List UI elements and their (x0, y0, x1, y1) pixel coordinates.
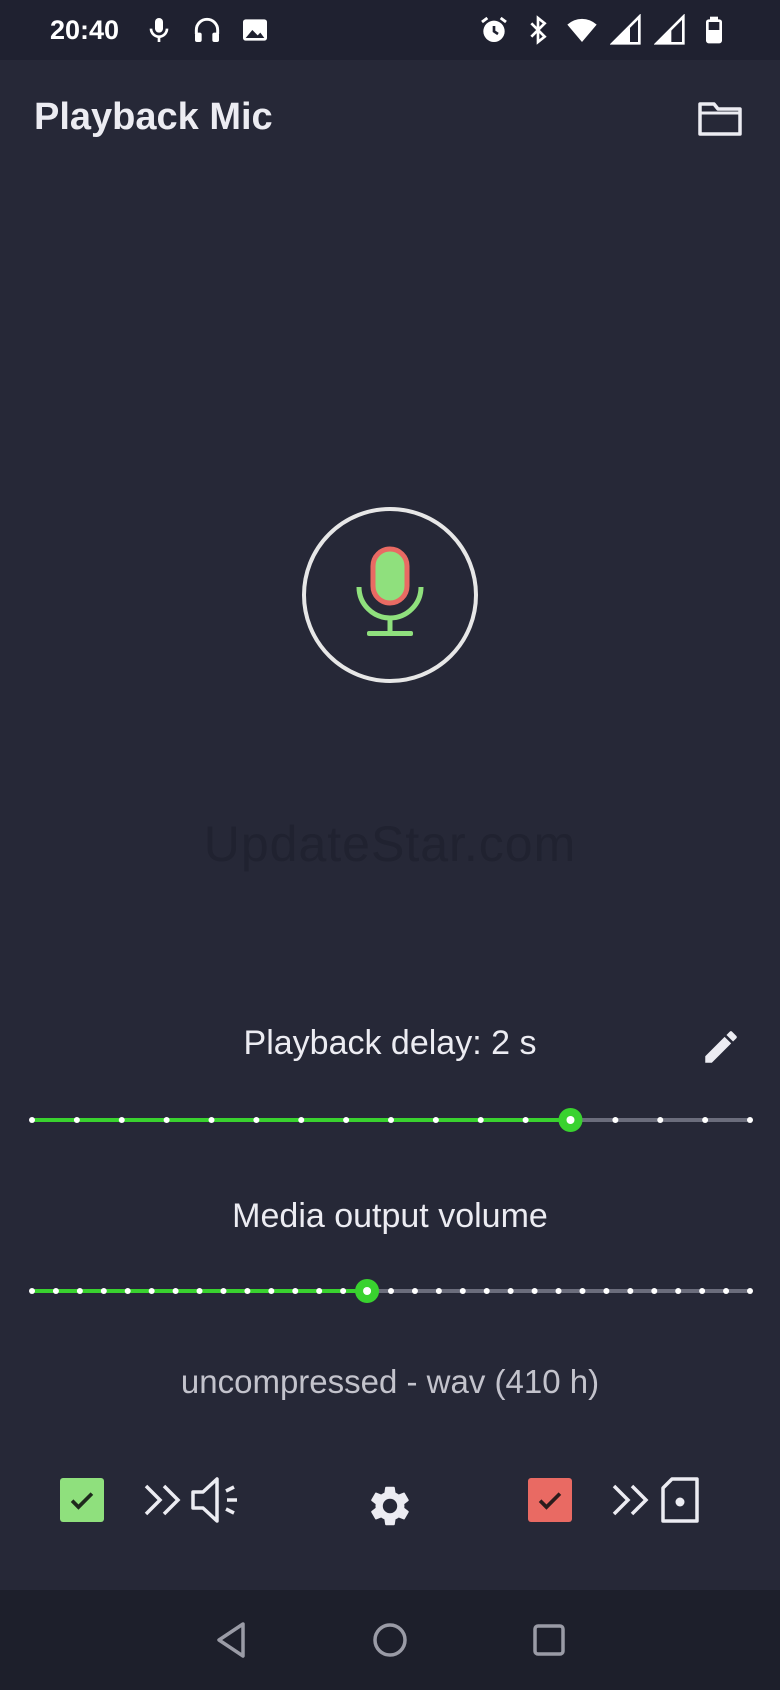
playback-delay-label: Playback delay: 2 s (243, 1024, 537, 1062)
status-time: 20:40 (50, 14, 120, 45)
volume-slider-tick (555, 1288, 562, 1294)
gear-icon (366, 1482, 414, 1530)
delay-slider-tick (163, 1117, 170, 1123)
delay-slider-tick (477, 1117, 484, 1123)
delay-slider-tick (432, 1117, 439, 1123)
app-bar: Playback Mic (0, 60, 780, 175)
file-output-toggle[interactable] (528, 1470, 700, 1530)
volume-slider-tick (148, 1288, 155, 1294)
record-mic-button[interactable] (302, 507, 478, 683)
volume-slider-tick (244, 1288, 251, 1294)
delay-slider-tick (253, 1117, 260, 1123)
recents-button[interactable] (527, 1618, 571, 1662)
speaker-icon (190, 1474, 244, 1526)
volume-slider-tick (435, 1288, 442, 1294)
microphone-icon (143, 14, 175, 46)
volume-slider-tick (723, 1288, 730, 1294)
delay-slider-tick (747, 1117, 753, 1123)
folder-button[interactable] (694, 92, 746, 144)
delay-slider-tick (657, 1117, 664, 1123)
volume-slider-tick (340, 1288, 347, 1294)
volume-slider-tick (52, 1288, 59, 1294)
volume-slider-tick (531, 1288, 538, 1294)
image-icon (239, 14, 271, 46)
delay-slider-tick (73, 1117, 80, 1123)
volume-slider-tick (603, 1288, 610, 1294)
speaker-output-toggle[interactable] (60, 1470, 244, 1530)
volume-slider-tick (220, 1288, 227, 1294)
playback-delay-slider[interactable] (29, 1100, 753, 1140)
watermark: UpdateStar.com (203, 816, 577, 872)
home-button[interactable] (368, 1618, 412, 1662)
headphones-icon (191, 14, 223, 46)
volume-slider-tick (675, 1288, 682, 1294)
alarm-icon (478, 14, 510, 46)
edit-delay-button[interactable] (700, 1026, 750, 1072)
back-button[interactable] (210, 1618, 254, 1662)
volume-slider-tick (747, 1288, 753, 1294)
settings-button[interactable] (366, 1470, 414, 1530)
volume-slider-tick (651, 1288, 658, 1294)
volume-slider-tick (627, 1288, 634, 1294)
delay-slider-tick (29, 1117, 35, 1123)
volume-slider-tick (124, 1288, 131, 1294)
pencil-icon (700, 1026, 742, 1068)
bottom-controls (0, 1470, 780, 1530)
volume-slider-tick (483, 1288, 490, 1294)
volume-slider-tick (292, 1288, 299, 1294)
battery-icon (698, 14, 730, 46)
delay-slider-tick (208, 1117, 215, 1123)
navigation-bar (0, 1590, 780, 1690)
volume-slider-tick (196, 1288, 203, 1294)
bluetooth-icon (522, 14, 554, 46)
volume-slider-tick (100, 1288, 107, 1294)
volume-slider-thumb-center (363, 1287, 372, 1295)
delay-slider-tick (298, 1117, 305, 1123)
delay-slider-tick (612, 1117, 619, 1123)
signal-roaming-icon (653, 13, 686, 46)
folder-icon (697, 98, 743, 138)
format-info: uncompressed - wav (410 h) (180, 1363, 600, 1400)
volume-slider-tick (507, 1288, 514, 1294)
volume-slider-tick (699, 1288, 706, 1294)
delay-slider-tick (522, 1117, 529, 1123)
volume-slider-tick (316, 1288, 323, 1294)
signal-icon (609, 13, 642, 46)
volume-slider-tick (388, 1288, 394, 1294)
delay-slider-tick (118, 1117, 125, 1123)
delay-slider-tick (702, 1117, 709, 1123)
volume-slider-tick (268, 1288, 275, 1294)
media-volume-slider[interactable] (29, 1271, 753, 1311)
status-bar: 20:40 (0, 0, 780, 60)
volume-slider-tick (29, 1288, 35, 1294)
file-icon (660, 1476, 700, 1524)
volume-slider-tick (459, 1288, 466, 1294)
file-checkbox[interactable] (528, 1478, 572, 1522)
home-circle-icon (368, 1618, 412, 1662)
microphone-icon (353, 545, 427, 645)
double-chevron-right-icon (142, 1480, 186, 1520)
media-volume-label: Media output volume (232, 1197, 548, 1235)
wifi-icon (566, 14, 598, 46)
delay-slider-tick (388, 1117, 394, 1123)
recents-square-icon (527, 1618, 571, 1662)
volume-slider-tick (76, 1288, 83, 1294)
double-chevron-right-icon (610, 1480, 654, 1520)
delay-slider-tick (343, 1117, 350, 1123)
volume-slider-tick (172, 1288, 179, 1294)
app-title: Playback Mic (34, 96, 273, 138)
volume-slider-tick (411, 1288, 418, 1294)
speaker-checkbox[interactable] (60, 1478, 104, 1522)
volume-slider-tick (579, 1288, 586, 1294)
back-triangle-icon (210, 1618, 254, 1662)
delay-slider-thumb-center (566, 1116, 575, 1124)
